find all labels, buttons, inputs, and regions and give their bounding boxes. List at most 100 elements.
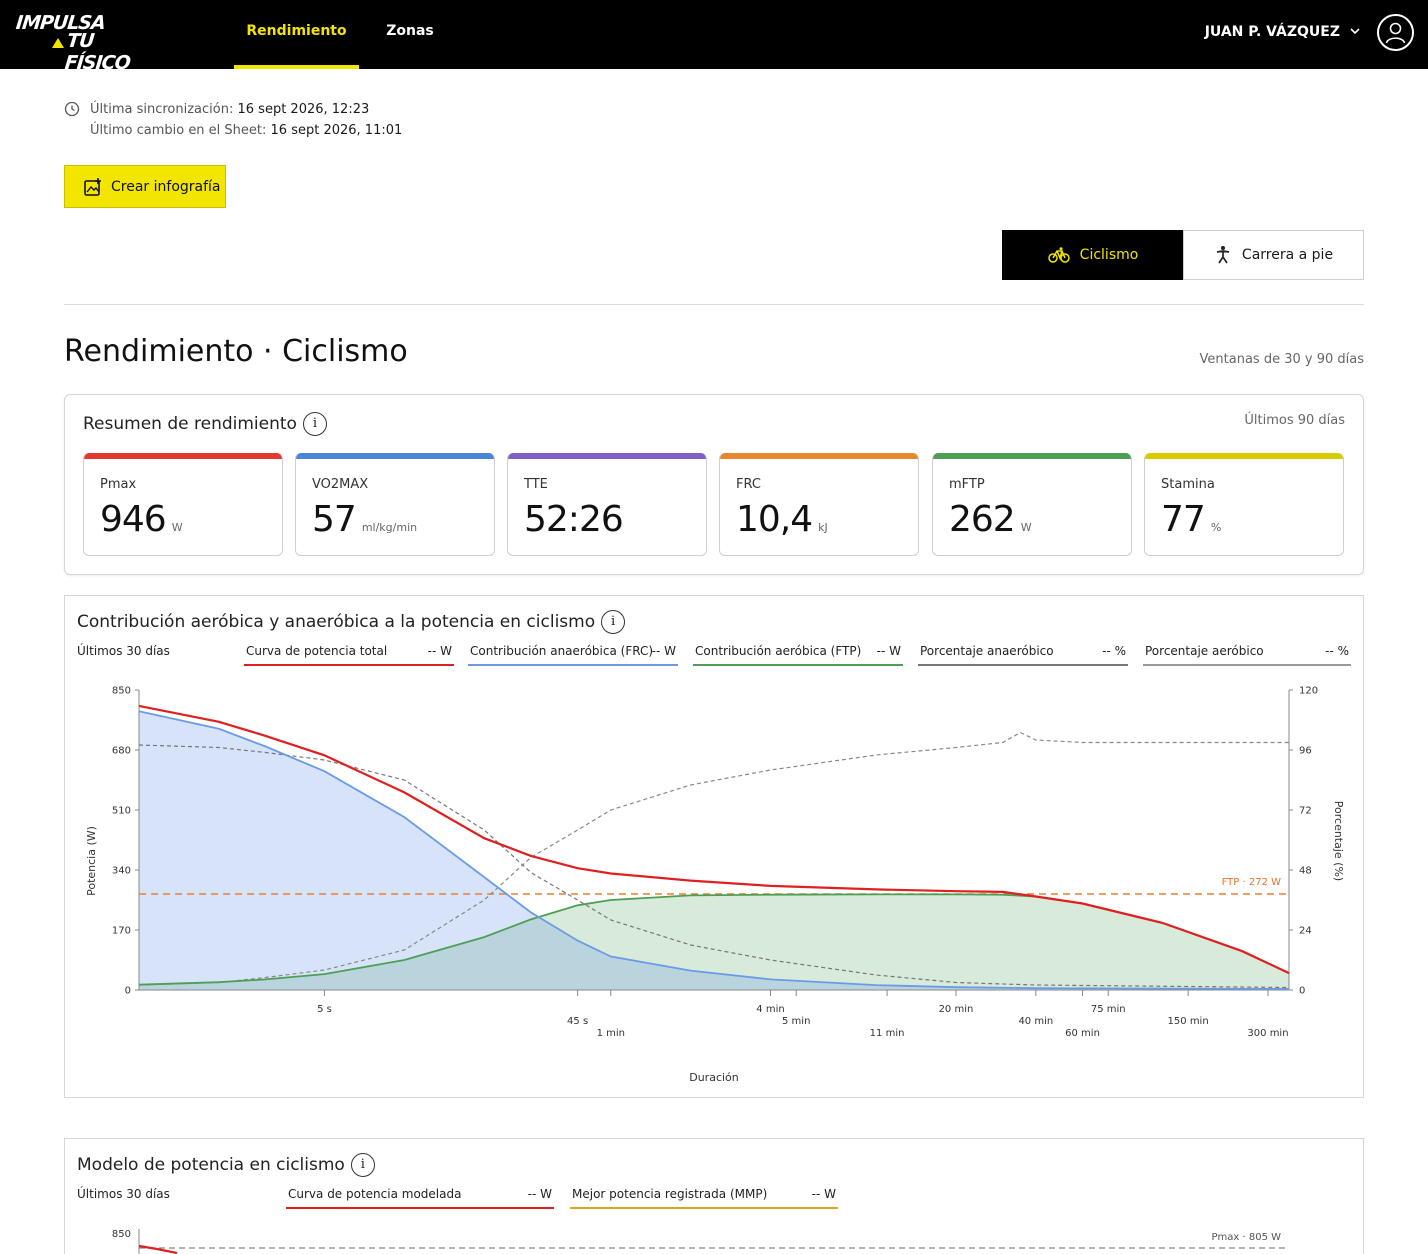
- metric-label: VO2MAX: [312, 477, 369, 492]
- x-tick-label: 45 s: [567, 1016, 588, 1027]
- x-tick-label: 4 min: [756, 1004, 784, 1015]
- y2-tick-label: 24: [1299, 926, 1312, 937]
- contribution-title: Contribución aeróbica y anaeróbica a la …: [77, 612, 596, 632]
- last-change-label: Último cambio en el Sheet:: [90, 123, 267, 138]
- legend-item-anaerobic-pct[interactable]: Porcentaje anaeróbico -- %: [918, 644, 1128, 666]
- summary-period: Últimos 90 días: [1244, 413, 1345, 428]
- x-tick-label: 1 min: [597, 1028, 625, 1039]
- summary-title: Resumen de rendimiento: [83, 414, 297, 434]
- legend-value: -- W: [427, 644, 452, 658]
- model-title: Modelo de potencia en ciclismo: [77, 1155, 345, 1175]
- x-tick-label: 5 s: [317, 1004, 332, 1015]
- legend-underline: [286, 1207, 554, 1209]
- metric-card-frc: FRC 10,4 kJ: [719, 453, 919, 556]
- legend-name: Contribución aeróbica (FTP): [695, 644, 862, 658]
- x-tick-label: 150 min: [1168, 1016, 1209, 1027]
- logo-line2: TU FÍSICO: [63, 30, 131, 74]
- summary-title-row: Resumen de rendimiento i: [83, 412, 327, 436]
- sport-toggle-running[interactable]: Carrera a pie: [1183, 230, 1364, 280]
- legend-underline: [570, 1207, 838, 1209]
- chart-plot-layer: 0 170 340 510 680 850 0 24 48 72 96 120 5 s 45 s 1 min…: [112, 686, 1318, 1040]
- legend-item-total[interactable]: Curva de potencia total -- W: [244, 644, 454, 666]
- y2-tick-label: 120: [1299, 686, 1318, 697]
- window-note: Ventanas de 30 y 90 días: [1199, 352, 1364, 367]
- contribution-title-row: Contribución aeróbica y anaeróbica a la …: [77, 610, 626, 634]
- info-icon[interactable]: i: [601, 610, 626, 634]
- logo-triangle-icon: [52, 38, 64, 48]
- modeled-curve-line: [138, 1244, 178, 1254]
- user-avatar[interactable]: [1377, 14, 1414, 51]
- legend-underline: [918, 664, 1128, 666]
- metric-value-row: 52:26: [524, 499, 629, 540]
- ftp-line-label: FTP · 272 W: [1222, 877, 1282, 888]
- metric-unit: W: [171, 521, 183, 534]
- legend-item-frc[interactable]: Contribución anaeróbica (FRC) -- W: [468, 644, 678, 666]
- contribution-chart-svg[interactable]: 0 170 340 510 680 850 0 24 48 72 96 120 5 s 45 s 1 min…: [65, 676, 1363, 1096]
- legend-name: Curva de potencia modelada: [288, 1187, 462, 1201]
- metric-value: 77: [1161, 499, 1206, 540]
- pmax-line-label: Pmax · 805 W: [1211, 1232, 1281, 1243]
- summary-card: Resumen de rendimiento i Últimos 90 días …: [64, 394, 1364, 575]
- y2-tick-label: 48: [1299, 866, 1312, 877]
- running-label: Carrera a pie: [1241, 247, 1334, 263]
- legend-name: Porcentaje anaeróbico: [920, 644, 1054, 658]
- x-tick-label: 300 min: [1247, 1028, 1288, 1039]
- runner-icon: [1216, 246, 1230, 264]
- x-tick-label: 60 min: [1065, 1028, 1100, 1039]
- model-chart-svg[interactable]: 850 Pmax · 805 W: [65, 1219, 1363, 1254]
- last-sync-label: Última sincronización:: [90, 102, 234, 117]
- x-tick-label: 40 min: [1018, 1016, 1053, 1027]
- metric-value: 57: [312, 499, 357, 540]
- y-left-axis-label: Potencia (W): [85, 826, 98, 896]
- metric-value: 262: [949, 499, 1016, 540]
- bike-icon: [1047, 247, 1070, 263]
- metric-color-bar: [84, 453, 282, 459]
- legend-underline: [693, 664, 903, 666]
- x-tick-label: 11 min: [870, 1028, 905, 1039]
- metric-label: mFTP: [949, 477, 985, 492]
- metric-color-bar: [1145, 453, 1343, 459]
- model-chart-card: Modelo de potencia en ciclismo i Últimos …: [64, 1138, 1364, 1254]
- top-navigation-bar: IMPULSA TU FÍSICO Rendimiento Zonas JUAN…: [0, 0, 1428, 74]
- legend-item-ftp[interactable]: Contribución aeróbica (FTP) -- W: [693, 644, 903, 666]
- metric-label: Stamina: [1161, 477, 1215, 492]
- legend-item-mmp[interactable]: Mejor potencia registrada (MMP) -- W: [570, 1187, 838, 1209]
- cycling-label: Ciclismo: [1079, 247, 1139, 263]
- sport-toggle-cycling[interactable]: Ciclismo: [1002, 230, 1184, 280]
- legend-value: -- W: [527, 1187, 552, 1201]
- metric-value: 946: [100, 499, 167, 540]
- sync-info: Última sincronización: 16 sept 2026, 12:…: [64, 99, 402, 141]
- tab-rendimiento[interactable]: Rendimiento: [234, 0, 359, 69]
- contribution-period: Últimos 30 días: [77, 644, 170, 658]
- info-icon[interactable]: i: [350, 1153, 375, 1177]
- y-tick-label: 850: [112, 686, 131, 697]
- metric-value: 52:26: [524, 499, 624, 540]
- model-title-row: Modelo de potencia en ciclismo i: [77, 1153, 375, 1177]
- metric-value-row: 262 W: [949, 499, 1032, 540]
- brand-logo[interactable]: IMPULSA TU FÍSICO: [15, 12, 146, 74]
- page-title: Rendimiento · Ciclismo: [64, 334, 408, 369]
- metric-card-vo2max: VO2MAX 57 ml/kg/min: [295, 453, 495, 556]
- metric-card-stamina: Stamina 77%: [1144, 453, 1344, 556]
- y-tick-label: 680: [112, 746, 131, 757]
- metric-value-row: 10,4 kJ: [736, 499, 828, 540]
- legend-value: -- %: [1325, 644, 1349, 658]
- metric-value-row: 77%: [1161, 499, 1221, 540]
- y2-tick-label: 96: [1299, 746, 1312, 757]
- legend-value: -- W: [651, 644, 676, 658]
- metric-value: 10,4: [736, 499, 813, 540]
- chevron-down-icon[interactable]: [1348, 24, 1362, 38]
- model-period: Últimos 30 días: [77, 1187, 170, 1201]
- legend-item-aerobic-pct[interactable]: Porcentaje aeróbico -- %: [1143, 644, 1351, 666]
- tab-zonas[interactable]: Zonas: [372, 0, 448, 69]
- y2-tick-label: 0: [1299, 986, 1305, 997]
- metric-label: FRC: [736, 477, 761, 492]
- info-icon[interactable]: i: [302, 412, 327, 436]
- y-tick-label: 0: [125, 986, 131, 997]
- metric-unit: W: [1020, 521, 1032, 534]
- legend-item-modeled[interactable]: Curva de potencia modelada -- W: [286, 1187, 554, 1209]
- create-infographic-button[interactable]: Crear infografía: [64, 165, 226, 208]
- user-name[interactable]: JUAN P. VÁZQUEZ: [1205, 24, 1340, 40]
- x-tick-label: 75 min: [1091, 1004, 1126, 1015]
- x-axis-label: Duración: [689, 1071, 739, 1084]
